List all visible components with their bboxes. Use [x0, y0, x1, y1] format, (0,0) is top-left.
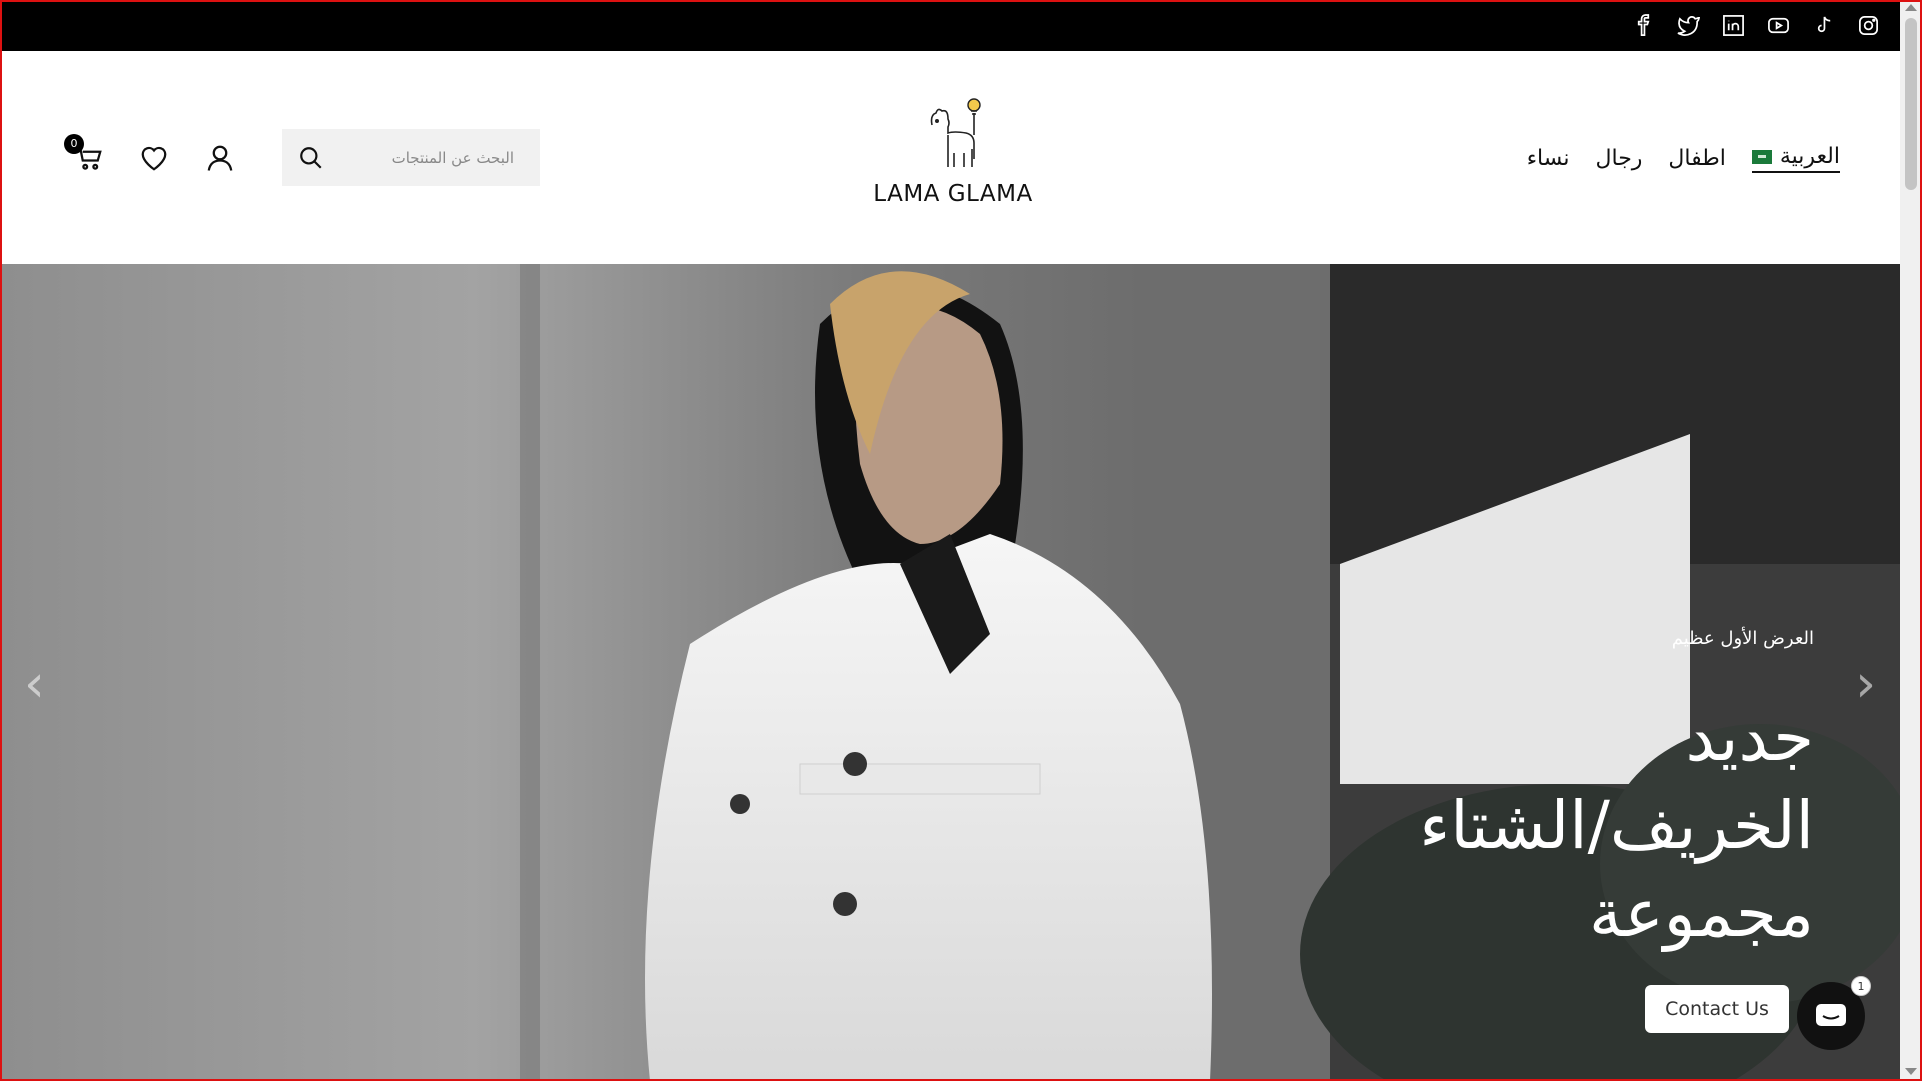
linkedin-icon[interactable]	[1722, 14, 1745, 37]
hero-slider: العرض الأول عظيم جديد الخريف/الشتاء مجمو…	[0, 264, 1900, 1081]
facebook-icon[interactable]	[1632, 14, 1655, 37]
main-nav: نساء رجال اطفال العربية	[1527, 144, 1840, 173]
top-bar	[0, 0, 1900, 51]
language-label: العربية	[1779, 144, 1840, 169]
search-box	[282, 129, 540, 186]
search-icon[interactable]	[298, 145, 324, 171]
youtube-icon[interactable]	[1767, 14, 1790, 37]
twitter-icon[interactable]	[1677, 14, 1701, 37]
logo-text: LAMA GLAMA	[873, 181, 1033, 207]
scroll-up-arrow-icon[interactable]	[1905, 4, 1917, 11]
contact-us-label[interactable]: Contact Us	[1645, 985, 1789, 1033]
slider-next-arrow[interactable]: ›	[1855, 654, 1876, 714]
language-switcher[interactable]: العربية	[1751, 144, 1840, 173]
account-button[interactable]	[205, 143, 235, 173]
hero-headline-line: الخريف/الشتاء	[1419, 787, 1814, 864]
scrollbar-thumb[interactable]	[1905, 18, 1917, 190]
nav-men[interactable]: رجال	[1596, 146, 1643, 171]
site-logo[interactable]: LAMA GLAMA	[868, 95, 1038, 207]
chat-notification-badge: 1	[1851, 976, 1871, 996]
page-scrollbar[interactable]	[1900, 0, 1922, 1081]
wishlist-button[interactable]	[139, 143, 169, 173]
hero-image	[0, 264, 1900, 1081]
llama-logo-icon	[930, 98, 981, 167]
hero-headline-line: جديد	[1685, 699, 1814, 776]
saudi-flag-icon	[1751, 149, 1772, 164]
chat-icon	[1816, 1004, 1846, 1026]
cart-count-badge: 0	[64, 134, 84, 154]
tiktok-icon[interactable]	[1812, 14, 1835, 37]
nav-kids[interactable]: اطفال	[1668, 146, 1725, 171]
slider-prev-arrow[interactable]: ‹	[24, 654, 45, 714]
scroll-down-arrow-icon[interactable]	[1905, 1068, 1917, 1075]
social-links	[1632, 14, 1880, 37]
site-header: نساء رجال اطفال العربية LAMA GLAMA البحث…	[0, 51, 1900, 264]
heart-icon	[141, 146, 167, 171]
hero-headline-line: مجموعة	[1589, 875, 1814, 952]
instagram-icon[interactable]	[1857, 14, 1880, 37]
hero-eyebrow: العرض الأول عظيم	[1671, 628, 1814, 649]
user-icon	[207, 145, 233, 171]
search-input[interactable]	[334, 148, 514, 167]
nav-women[interactable]: نساء	[1527, 146, 1570, 171]
hero-headline: جديد الخريف/الشتاء مجموعة	[1419, 694, 1814, 958]
